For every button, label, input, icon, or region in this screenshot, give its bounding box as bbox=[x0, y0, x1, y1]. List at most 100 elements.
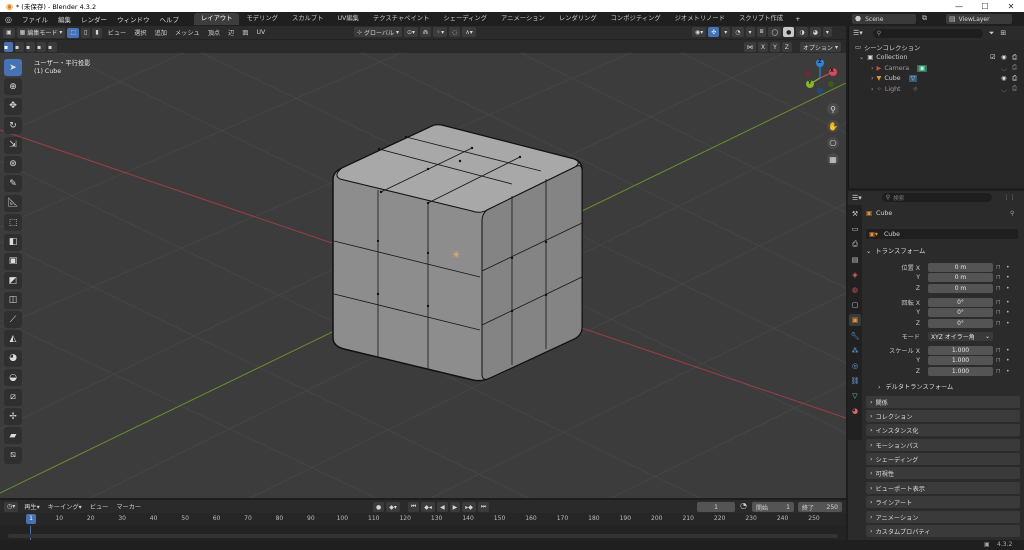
record-button[interactable]: ● bbox=[373, 502, 385, 512]
panel-motion-paths[interactable]: › モーションパス bbox=[866, 439, 1020, 451]
tab-scene[interactable]: ◈ bbox=[849, 269, 861, 281]
tab-uv-editing[interactable]: UV編集 bbox=[330, 13, 366, 25]
eye-hidden-icon[interactable]: ◡ bbox=[1001, 65, 1007, 72]
outliner-search-input[interactable]: ⚲ bbox=[872, 28, 983, 38]
panel-collections[interactable]: › コレクション bbox=[866, 410, 1020, 422]
tool-transform[interactable]: ⊛ bbox=[4, 155, 22, 173]
tool-move[interactable]: ✥ bbox=[4, 97, 22, 115]
tab-object[interactable]: ▣ bbox=[849, 314, 861, 327]
panel-animation[interactable]: › アニメーション bbox=[866, 511, 1020, 523]
menu-render[interactable]: レンダー bbox=[76, 14, 112, 24]
mesh-cube[interactable]: ✳ bbox=[332, 123, 583, 382]
lock-icon[interactable]: ⊓ bbox=[996, 320, 1001, 327]
tab-material[interactable]: ◕ bbox=[849, 405, 861, 417]
menu-view[interactable]: ビュー bbox=[108, 28, 127, 37]
tool-bevel[interactable]: ◩ bbox=[4, 272, 22, 290]
eye-icon[interactable]: ◉ bbox=[1001, 54, 1007, 61]
viewport-scene[interactable]: ✳ bbox=[0, 53, 846, 498]
object-name-field[interactable]: ▣▾ Cube bbox=[866, 229, 1018, 239]
prev-keyframe-button[interactable]: ◆◂ bbox=[421, 502, 435, 512]
3d-viewport[interactable]: ✳ ユーザー・平行投影 (1) Cube X Y Z ⚲ ✋ ⎔ ▦ bbox=[0, 53, 846, 498]
current-frame-field[interactable]: 1 bbox=[697, 502, 735, 512]
tab-animation[interactable]: アニメーション bbox=[494, 13, 552, 25]
rotation-y-field[interactable]: 0° bbox=[928, 307, 993, 317]
tab-scripting[interactable]: スクリプト作成 bbox=[732, 13, 790, 25]
end-frame-field[interactable]: 終了 250 bbox=[798, 502, 842, 512]
jump-end-button[interactable]: ⏭ bbox=[477, 502, 490, 512]
timeline-scrollbar[interactable] bbox=[8, 534, 838, 538]
panel-shading[interactable]: › シェーディング bbox=[866, 453, 1020, 465]
start-frame-field[interactable]: 開始 1 bbox=[752, 502, 794, 512]
location-x-field[interactable]: 0 m bbox=[928, 262, 993, 272]
menu-vertex[interactable]: 頂点 bbox=[208, 28, 220, 37]
keyframe-dot-icon[interactable]: • bbox=[1006, 285, 1010, 292]
tool-inset[interactable]: ▣ bbox=[4, 252, 22, 270]
filter-icon[interactable]: ⏷ bbox=[989, 29, 995, 38]
shading-rendered-button[interactable]: ◕ bbox=[809, 27, 821, 37]
mirror-z-button[interactable]: Z bbox=[781, 42, 792, 52]
tool-add-cube[interactable]: ⬚ bbox=[4, 214, 22, 232]
tab-collection[interactable]: ▢ bbox=[849, 299, 861, 311]
maximize-button[interactable]: ☐ bbox=[972, 0, 998, 12]
select-mode-intersect-button[interactable]: ▪ bbox=[48, 42, 57, 52]
panel-custom-properties[interactable]: › カスタムプロパティ bbox=[866, 525, 1020, 537]
jump-start-button[interactable]: ⏮ bbox=[407, 502, 420, 512]
lock-icon[interactable]: ⊓ bbox=[996, 285, 1001, 292]
marker-menu[interactable]: マーカー bbox=[116, 502, 141, 511]
overlay-toggle-button[interactable]: ◔ bbox=[732, 27, 744, 37]
collection-checkbox-icon[interactable]: ☑ bbox=[990, 54, 996, 61]
play-button[interactable]: ▶ bbox=[449, 502, 461, 512]
timeline-tracks[interactable] bbox=[0, 526, 846, 540]
select-mode-new-button[interactable]: ▪ bbox=[4, 42, 13, 52]
overlay-dropdown[interactable]: ▾ bbox=[745, 27, 755, 37]
viewlayer-selector[interactable]: ▤ ViewLayer bbox=[946, 14, 1012, 24]
scale-x-field[interactable]: 1.000 bbox=[928, 345, 993, 355]
transform-panel-header[interactable]: ⌄ トランスフォーム bbox=[866, 246, 925, 255]
keyframe-dot-icon[interactable]: • bbox=[1006, 264, 1010, 271]
keyframe-dot-icon[interactable]: • bbox=[1006, 274, 1010, 281]
camera-render-icon[interactable]: ⎙ bbox=[1012, 54, 1017, 62]
menu-mesh[interactable]: メッシュ bbox=[175, 28, 200, 37]
options-dropdown[interactable]: オプション ▾ bbox=[799, 42, 841, 52]
properties-editor-icon[interactable]: ☰▾ bbox=[852, 194, 862, 202]
camera-render-icon[interactable]: ⎙ bbox=[1012, 85, 1017, 93]
menu-edge[interactable]: 辺 bbox=[228, 28, 234, 37]
tab-modeling[interactable]: モデリング bbox=[239, 13, 284, 25]
eye-icon[interactable]: ◉ bbox=[1001, 75, 1007, 82]
scale-z-field[interactable]: 1.000 bbox=[928, 366, 993, 376]
lock-icon[interactable]: ⊓ bbox=[996, 357, 1001, 364]
tool-rip[interactable]: ⧅ bbox=[4, 446, 22, 464]
close-button[interactable]: ✕ bbox=[998, 0, 1024, 12]
panel-options-icon[interactable]: ⋮⋮ bbox=[1004, 194, 1016, 201]
rotation-z-field[interactable]: 0° bbox=[928, 318, 993, 328]
pan-view-button[interactable]: ✋ bbox=[827, 120, 839, 132]
lock-icon[interactable]: ⊓ bbox=[996, 299, 1001, 306]
outliner-editor-icon[interactable]: ☰▾ bbox=[853, 29, 863, 37]
camera-view-button[interactable]: ⎔ bbox=[827, 137, 839, 149]
lock-icon[interactable]: ⊓ bbox=[996, 368, 1001, 375]
ortho-toggle-button[interactable]: ▦ bbox=[827, 153, 839, 165]
select-mode-extend-button[interactable]: ▪ bbox=[15, 42, 24, 52]
shading-wireframe-button[interactable]: ◯ bbox=[768, 27, 782, 37]
collection-row[interactable]: ⌄ ▣ Collection ☑ ◉ ⎙ bbox=[849, 53, 1024, 64]
outliner-item-camera[interactable]: › ▶ Camera ▣ ◡ ⎙ bbox=[849, 63, 1024, 74]
tool-poly-build[interactable]: ◭ bbox=[4, 330, 22, 348]
tool-cursor[interactable]: ⊕ bbox=[4, 78, 22, 96]
lock-icon[interactable]: ⊓ bbox=[996, 309, 1001, 316]
menu-select[interactable]: 選択 bbox=[134, 28, 146, 37]
visibility-button[interactable]: ◉▾ bbox=[692, 27, 707, 37]
keyframe-dot-icon[interactable]: • bbox=[1006, 299, 1010, 306]
keyframe-type-button[interactable]: ◆▾ bbox=[386, 502, 400, 512]
properties-search-input[interactable]: ⚲ 検索 bbox=[881, 193, 992, 202]
panel-visibility[interactable]: › 可視性 bbox=[866, 467, 1020, 479]
minimize-button[interactable]: — bbox=[946, 0, 972, 12]
menu-file[interactable]: ファイル bbox=[17, 14, 53, 24]
tool-rotate[interactable]: ↻ bbox=[4, 117, 22, 135]
mirror-icon-button[interactable]: ⋈ bbox=[744, 42, 756, 52]
scene-copy-icon[interactable]: ⧉ bbox=[922, 14, 927, 23]
proportional-edit-button[interactable]: ◌ bbox=[449, 27, 461, 37]
tool-smooth[interactable]: ◒ bbox=[4, 369, 22, 387]
shading-material-button[interactable]: ◑ bbox=[796, 27, 808, 37]
tab-geometry-nodes[interactable]: ジオメトリノード bbox=[668, 13, 732, 25]
tab-modifiers[interactable]: 🔧︎ bbox=[849, 330, 861, 342]
